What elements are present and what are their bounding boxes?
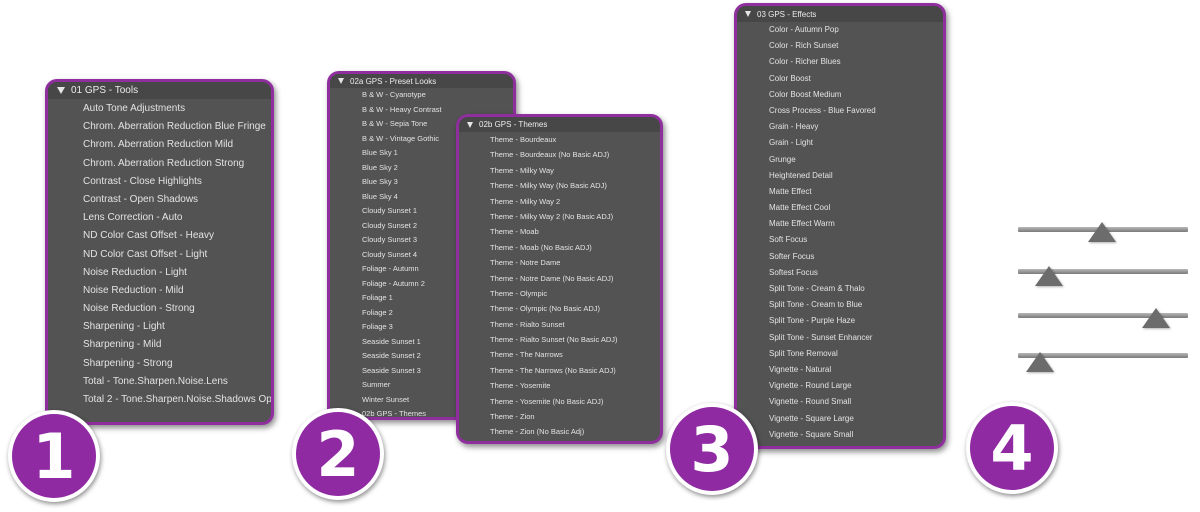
preset-item[interactable]: Split Tone - Sunset Enhancer	[737, 330, 943, 346]
preset-panel-tools: 01 GPS - Tools Auto Tone Adjustments Chro…	[45, 79, 274, 425]
step-badge-3: 3	[666, 403, 758, 495]
slider-thumb-icon[interactable]	[1142, 308, 1170, 328]
preset-item[interactable]: Auto Tone Adjustments	[48, 100, 271, 118]
preset-item[interactable]: Theme - Milky Way	[459, 163, 660, 178]
preset-item[interactable]: Split Tone - Cream to Blue	[737, 297, 943, 313]
preset-item[interactable]: Noise Reduction - Light	[48, 264, 271, 282]
preset-item[interactable]: Softest Focus	[737, 265, 943, 281]
preset-item[interactable]: Theme - Rialto Sunset (No Basic ADJ)	[459, 332, 660, 347]
triangle-down-icon[interactable]	[57, 87, 65, 94]
preset-item[interactable]: Vignette - Round Large	[737, 378, 943, 394]
preset-item[interactable]: Theme - Milky Way 2 (No Basic ADJ)	[459, 209, 660, 224]
panel-header-preset-looks[interactable]: 02a GPS - Preset Looks	[330, 74, 513, 88]
preset-item[interactable]: Chrom. Aberration Reduction Blue Fringe	[48, 118, 271, 136]
preset-item[interactable]: Sharpening - Strong	[48, 355, 271, 373]
preset-item[interactable]: Contrast - Open Shadows	[48, 191, 271, 209]
triangle-down-icon[interactable]	[467, 121, 473, 128]
step-badge-4: 4	[966, 402, 1058, 494]
preset-item[interactable]: Theme - Bourdeaux	[459, 132, 660, 147]
preset-item[interactable]: Theme - Notre Dame	[459, 255, 660, 270]
triangle-down-icon[interactable]	[745, 11, 751, 17]
preset-item[interactable]: Theme - Notre Dame (No Basic ADJ)	[459, 271, 660, 286]
preset-item[interactable]: Color - Autumn Pop	[737, 22, 943, 38]
preset-item[interactable]: Theme - Yosemite (No Basic ADJ)	[459, 394, 660, 409]
preset-list: Auto Tone Adjustments Chrom. Aberration R…	[48, 99, 271, 409]
panel-title: 03 GPS - Effects	[757, 9, 817, 19]
preset-item[interactable]: Theme - Milky Way 2	[459, 194, 660, 209]
preset-item[interactable]: Contrast - Close Highlights	[48, 173, 271, 191]
preset-item[interactable]: Grunge	[737, 152, 943, 168]
preset-item[interactable]: Matte Effect Warm	[737, 216, 943, 232]
preset-item[interactable]: Color Boost Medium	[737, 87, 943, 103]
adjustment-slider[interactable]	[1018, 306, 1188, 336]
adjustment-slider[interactable]	[1018, 218, 1188, 248]
preset-item[interactable]: Theme - Moab (No Basic ADJ)	[459, 240, 660, 255]
preset-item[interactable]: Grain - Light	[737, 135, 943, 151]
preset-item[interactable]: Theme - The Narrows (No Basic ADJ)	[459, 363, 660, 378]
panel-title: 02b GPS - Themes	[479, 120, 548, 129]
preset-item[interactable]: Color - Rich Sunset	[737, 38, 943, 54]
preset-item[interactable]: Matte Effect	[737, 184, 943, 200]
panel-header-effects[interactable]: 03 GPS - Effects	[737, 6, 943, 22]
preset-item[interactable]: Sharpening - Light	[48, 318, 271, 336]
preset-item[interactable]: Split Tone - Cream & Thalo	[737, 281, 943, 297]
slider-thumb-icon[interactable]	[1026, 352, 1054, 372]
panel-title: 02a GPS - Preset Looks	[350, 76, 437, 86]
preset-item[interactable]: Theme - Bourdeaux (No Basic ADJ)	[459, 147, 660, 162]
preset-item[interactable]: Theme - Milky Way (No Basic ADJ)	[459, 178, 660, 193]
preset-item[interactable]: Sharpening - Mild	[48, 336, 271, 354]
preset-item[interactable]: Split Tone Removal	[737, 346, 943, 362]
preset-item[interactable]: Vignette - Square Small	[737, 427, 943, 443]
triangle-down-icon[interactable]	[338, 78, 344, 84]
preset-item[interactable]: Theme - Moab	[459, 224, 660, 239]
preset-item[interactable]: Theme - Rialto Sunset	[459, 317, 660, 332]
preset-item[interactable]: Total - Tone.Sharpen.Noise.Lens	[48, 373, 271, 391]
preset-item[interactable]: Chrom. Aberration Reduction Strong	[48, 155, 271, 173]
step-badge-2: 2	[292, 408, 384, 500]
preset-list: Theme - Bourdeaux Theme - Bourdeaux (No B…	[459, 132, 660, 440]
preset-item[interactable]: Color - Richer Blues	[737, 54, 943, 70]
preset-item[interactable]: Theme - Olympic (No Basic ADJ)	[459, 301, 660, 316]
preset-item[interactable]: Lens Correction - Auto	[48, 209, 271, 227]
adjustment-slider[interactable]	[1018, 346, 1188, 376]
slider-thumb-icon[interactable]	[1088, 222, 1116, 242]
preset-panel-themes: 02b GPS - Themes Theme - Bourdeaux Theme …	[456, 114, 663, 444]
preset-item[interactable]: Vignette - Square Large	[737, 411, 943, 427]
panel-header-themes[interactable]: 02b GPS - Themes	[459, 117, 660, 132]
preset-item[interactable]: Theme - Yosemite	[459, 378, 660, 393]
preset-item[interactable]: ND Color Cast Offset - Heavy	[48, 227, 271, 245]
preset-item[interactable]: Theme - Zion (No Basic Adj)	[459, 424, 660, 439]
preset-item[interactable]: Grain - Heavy	[737, 119, 943, 135]
preset-item[interactable]: Split Tone - Purple Haze	[737, 313, 943, 329]
preset-item[interactable]: Noise Reduction - Strong	[48, 300, 271, 318]
preset-item[interactable]: Noise Reduction - Mild	[48, 282, 271, 300]
preset-item[interactable]: Heightened Detail	[737, 168, 943, 184]
panel-header-tools[interactable]: 01 GPS - Tools	[48, 82, 271, 99]
preset-item[interactable]: Chrom. Aberration Reduction Mild	[48, 136, 271, 154]
preset-item[interactable]: Softer Focus	[737, 249, 943, 265]
preset-item[interactable]: Theme - Zion	[459, 409, 660, 424]
step-badge-1: 1	[8, 410, 100, 502]
panel-title: 01 GPS - Tools	[71, 85, 139, 96]
preset-item[interactable]: ND Color Cast Offset - Light	[48, 246, 271, 264]
preset-panel-effects: 03 GPS - Effects Color - Autumn Pop Color…	[734, 3, 946, 449]
preset-item[interactable]: Matte Effect Cool	[737, 200, 943, 216]
preset-item[interactable]: B & W - Cyanotype	[330, 88, 513, 103]
preset-item[interactable]: Soft Focus	[737, 232, 943, 248]
preset-item[interactable]: Color Boost	[737, 71, 943, 87]
preset-item[interactable]: Theme - The Narrows	[459, 347, 660, 362]
preset-item[interactable]: Theme - Olympic	[459, 286, 660, 301]
adjustment-slider[interactable]	[1018, 262, 1188, 292]
preset-item[interactable]: Total 2 - Tone.Sharpen.Noise.Shadows Ope…	[48, 391, 271, 409]
preset-list: Color - Autumn Pop Color - Rich Sunset Col…	[737, 22, 943, 443]
preset-item[interactable]: Vignette - Round Small	[737, 394, 943, 410]
slider-thumb-icon[interactable]	[1035, 266, 1063, 286]
preset-item[interactable]: Vignette - Natural	[737, 362, 943, 378]
preset-item[interactable]: Cross Process - Blue Favored	[737, 103, 943, 119]
